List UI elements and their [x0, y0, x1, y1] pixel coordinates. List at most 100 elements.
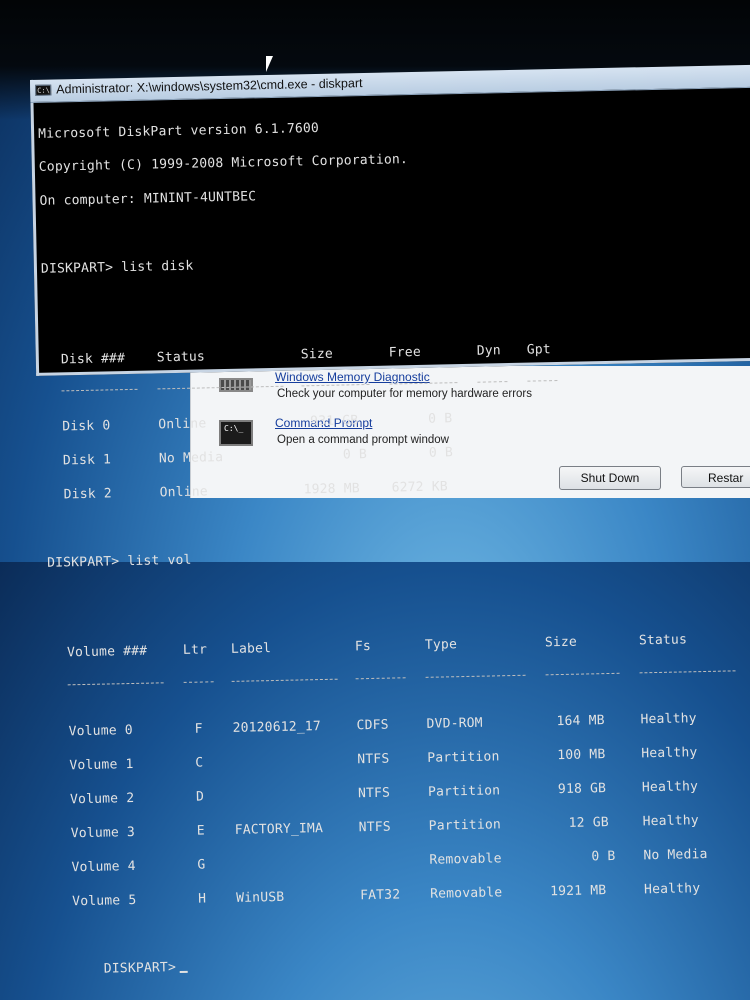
size-cell: 164 MB [556, 713, 605, 730]
size-cell: 931 GB [310, 413, 359, 430]
label-cell: 20120612_17 [232, 719, 322, 737]
size-cell: 12 GB [568, 815, 609, 831]
status-cell: Healthy [642, 813, 700, 830]
col-header: Label [230, 641, 272, 658]
console-line: DISKPART> list disk [41, 259, 194, 277]
col-header: Disk ### [60, 350, 126, 367]
disk-cell: Disk 1 [62, 452, 112, 469]
size-cell: 1928 MB [303, 481, 360, 498]
volume-cell: Volume 2 [69, 791, 135, 808]
divider [355, 676, 406, 680]
col-header: Volume ### [66, 643, 148, 661]
divider [639, 669, 736, 674]
col-header: Dyn [476, 342, 502, 359]
col-header: Status [156, 348, 206, 365]
col-header: Status [638, 632, 688, 649]
console-line: On computer: MININT-4UNTBEC [39, 190, 256, 210]
type-cell: Removable [429, 885, 503, 902]
letter-cell: E [196, 823, 205, 839]
type-cell: DVD-ROM [426, 715, 483, 733]
command-input-prompt[interactable]: DISKPART> [103, 959, 189, 977]
free-cell: 6272 KB [391, 479, 448, 496]
status-cell: Healthy [640, 711, 697, 728]
volume-cell: Volume 1 [69, 757, 134, 774]
fs-cell: CDFS [356, 717, 389, 734]
disk-cell: Disk 0 [62, 418, 111, 435]
label-cell: FACTORY_IMA [234, 821, 324, 838]
letter-cell: G [197, 857, 206, 873]
divider [425, 673, 526, 678]
type-cell: Partition [427, 783, 501, 800]
header-line: On computer: MININT-4UNTBEC [39, 189, 257, 210]
status-cell: Online [159, 484, 208, 501]
table-row: Volume 1 C NTFS Partition 100 MB Healthy [51, 745, 697, 773]
size-cell: 1921 MB [549, 882, 607, 900]
divider [545, 671, 620, 676]
col-header: Size [544, 634, 578, 651]
fs-cell: FAT32 [359, 887, 401, 904]
mouse-pointer-icon [266, 56, 273, 72]
header-line: Microsoft DiskPart version 6.1.7600 [37, 120, 320, 142]
table-row: Disk 0 Online 931 GB 0 B [44, 412, 452, 435]
command-prompt-description: Open a command prompt window [277, 434, 449, 446]
type-cell: Partition [428, 817, 502, 834]
restart-button[interactable]: Restar [681, 466, 750, 488]
table-row: Volume 5 H WinUSB FAT32 Removable 1921 M… [54, 881, 700, 909]
volume-cell: Volume 0 [68, 723, 134, 740]
disk-table-underline [43, 379, 558, 399]
col-header: Type [424, 637, 458, 654]
prompt-text: DISKPART> [103, 959, 177, 977]
memory-diagnostic-description: Check your computer for memory hardware … [277, 388, 532, 400]
fs-cell: NTFS [357, 751, 390, 768]
table-row: Volume 0 F 20120612_17 CDFS DVD-ROM 164 … [51, 712, 697, 740]
prompt-line: DISKPART> [56, 960, 189, 976]
cmd-window-icon: C:\. [35, 84, 54, 96]
status-cell: Healthy [641, 745, 698, 762]
status-cell: Healthy [643, 880, 701, 898]
table-row: Disk 2 Online 1928 MB 6272 KB [46, 479, 448, 502]
letter-cell: H [198, 891, 207, 907]
text-cursor [180, 970, 189, 973]
letter-cell: F [194, 721, 203, 738]
size-cell: 100 MB [557, 747, 606, 764]
status-cell: Online [158, 416, 207, 433]
shut-down-button[interactable]: Shut Down [559, 466, 661, 490]
col-header: Gpt [526, 341, 552, 358]
cmd-window-title: Administrator: X:\windows\system32\cmd.e… [56, 76, 363, 97]
col-header: Ltr [182, 642, 208, 659]
letter-cell: C [195, 755, 204, 771]
console-line: Microsoft DiskPart version 6.1.7600 [38, 121, 319, 142]
table-row: Disk 1 No Media 0 B 0 B [45, 445, 453, 468]
type-cell: Partition [427, 749, 500, 767]
volume-table-header: Volume ### Ltr Label Fs Type Size Status… [49, 633, 687, 661]
label-cell: WinUSB [236, 889, 285, 906]
table-row: Volume 2 D NTFS Partition 918 GB Healthy [52, 779, 698, 807]
type-cell: Removable [429, 851, 502, 868]
letter-cell: D [195, 789, 205, 805]
console-line: Copyright (C) 1999-2008 Microsoft Corpor… [39, 153, 408, 176]
volume-cell: Volume 3 [70, 824, 136, 842]
disk-cell: Disk 2 [63, 486, 113, 503]
col-header: Size [300, 346, 334, 362]
divider [67, 681, 164, 686]
free-cell: 0 B [428, 445, 454, 461]
col-header: Fs [354, 639, 372, 655]
status-cell: Healthy [641, 779, 699, 796]
fs-cell: NTFS [357, 785, 391, 802]
volume-cell: Volume 4 [71, 858, 136, 876]
fs-cell: NTFS [358, 819, 391, 836]
volume-cell: Volume 5 [72, 892, 137, 910]
cmd-window[interactable]: C:\. Administrator: X:\windows\system32\… [30, 64, 750, 976]
free-cell: 0 B [428, 411, 453, 428]
size-cell: 918 GB [557, 781, 607, 798]
size-cell: 0 B [342, 447, 368, 463]
divider [61, 388, 138, 392]
divider [231, 677, 338, 683]
table-row: Volume 3 E FACTORY_IMA NTFS Partition 12… [53, 813, 699, 841]
status-cell: No Media [158, 450, 224, 467]
console-line: DISKPART> list vol [47, 553, 192, 571]
col-header: Free [388, 344, 422, 361]
disk-table-header: Disk ### Status Size Free Dyn Gpt [43, 342, 551, 367]
header-line: Copyright (C) 1999-2008 Microsoft Corpor… [38, 152, 409, 176]
command-line: DISKPART> list disk [40, 258, 194, 277]
